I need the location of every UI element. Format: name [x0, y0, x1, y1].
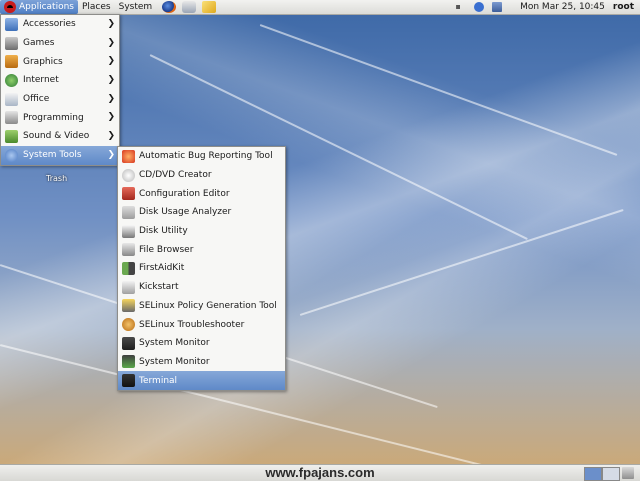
menu-item-label: Configuration Editor — [139, 188, 230, 199]
menu-item-label: CD/DVD Creator — [139, 170, 212, 181]
sound-video-icon — [5, 129, 18, 143]
menu-item-label: SELinux Policy Generation Tool — [139, 300, 277, 311]
chevron-right-icon: ❯ — [107, 75, 115, 86]
programming-icon — [5, 111, 18, 125]
chevron-right-icon: ❯ — [107, 19, 115, 29]
first-aid-icon — [122, 261, 135, 275]
bottom-panel: www.fpajans.com — [0, 464, 640, 481]
system-menu-button[interactable]: System — [115, 0, 157, 14]
system-tools-icon — [5, 148, 18, 162]
system-tools-submenu: Automatic Bug Reporting Tool CD/DVD Crea… — [117, 146, 286, 391]
menu-item-label: Games — [23, 38, 55, 49]
menu-item-file-browser[interactable]: File Browser — [118, 240, 285, 259]
menu-item-bug-reporting[interactable]: Automatic Bug Reporting Tool — [118, 147, 285, 166]
menu-item-sound-video[interactable]: Sound & Video ❯ — [1, 127, 119, 146]
menu-item-office[interactable]: Office ❯ — [1, 90, 119, 109]
menu-item-graphics[interactable]: Graphics ❯ — [1, 52, 119, 71]
menu-item-label: Disk Usage Analyzer — [139, 207, 232, 218]
disk-usage-icon — [122, 205, 135, 219]
menu-item-accessories[interactable]: Accessories ❯ — [1, 15, 119, 34]
chevron-right-icon: ❯ — [107, 149, 115, 160]
disc-icon — [122, 168, 135, 182]
office-icon — [5, 92, 18, 106]
bluetooth-icon[interactable] — [474, 2, 485, 12]
applications-menu: Accessories ❯ Games ❯ Graphics ❯ Internet ❯ … — [0, 14, 120, 166]
chevron-right-icon: ❯ — [107, 112, 115, 123]
disk-utility-icon — [122, 224, 135, 238]
menu-item-disk-usage-analyzer[interactable]: Disk Usage Analyzer — [118, 203, 285, 222]
menu-item-label: FirstAidKit — [139, 263, 185, 274]
kickstart-icon — [122, 280, 135, 294]
trash-desktop-label[interactable]: Trash — [46, 174, 67, 183]
menu-item-label: System Monitor — [139, 356, 210, 367]
terminal-icon — [122, 374, 135, 388]
accessories-icon — [5, 17, 18, 31]
menu-item-label: Automatic Bug Reporting Tool — [139, 151, 273, 162]
menu-item-label: Sound & Video — [23, 131, 90, 142]
graphics-icon — [5, 55, 18, 69]
menu-item-selinux-policy[interactable]: SELinux Policy Generation Tool — [118, 297, 285, 316]
evolution-icon[interactable] — [182, 1, 197, 13]
notification-area: Mon Mar 25, 10:45 root — [452, 2, 640, 12]
menu-item-cd-dvd-creator[interactable]: CD/DVD Creator — [118, 166, 285, 185]
menu-item-label: Graphics — [23, 56, 63, 67]
menu-item-disk-utility[interactable]: Disk Utility — [118, 222, 285, 241]
menu-item-firstaidkit[interactable]: FirstAidKit — [118, 259, 285, 278]
applications-label: Applications — [19, 2, 74, 12]
menu-item-label: Programming — [23, 112, 84, 123]
menu-item-kickstart[interactable]: Kickstart — [118, 278, 285, 297]
selinux-troubleshooter-icon — [122, 318, 135, 332]
chevron-right-icon: ❯ — [107, 93, 115, 104]
config-editor-icon — [122, 187, 135, 201]
bug-report-icon — [122, 149, 135, 163]
chevron-right-icon: ❯ — [107, 56, 115, 67]
menu-item-system-tools[interactable]: System Tools ❯ — [1, 145, 119, 165]
places-menu-button[interactable]: Places — [78, 0, 115, 14]
menu-item-configuration-editor[interactable]: Configuration Editor — [118, 184, 285, 203]
system-monitor-icon — [122, 336, 135, 350]
internet-icon — [5, 73, 18, 87]
redhat-logo-icon — [4, 0, 16, 13]
firefox-icon[interactable] — [162, 1, 177, 13]
system-monitor-icon — [122, 355, 135, 369]
menu-item-games[interactable]: Games ❯ — [1, 34, 119, 53]
menu-item-label: Internet — [23, 75, 59, 86]
clock[interactable]: Mon Mar 25, 10:45 — [520, 2, 605, 12]
notes-icon[interactable] — [202, 1, 217, 13]
file-browser-icon — [122, 243, 135, 257]
applications-menu-button[interactable]: Applications — [0, 0, 78, 14]
menu-item-label: Accessories — [23, 19, 76, 30]
menu-item-programming[interactable]: Programming ❯ — [1, 108, 119, 127]
menu-item-label: System Tools — [23, 150, 82, 161]
chevron-right-icon: ❯ — [107, 37, 115, 48]
network-icon[interactable] — [492, 2, 503, 12]
menu-item-label: Disk Utility — [139, 226, 188, 237]
menu-item-internet[interactable]: Internet ❯ — [1, 71, 119, 90]
top-panel: Applications Places System Mon Mar 25, 1… — [0, 0, 640, 15]
menu-item-terminal[interactable]: Terminal — [118, 371, 285, 390]
volume-icon[interactable] — [456, 2, 465, 12]
trash-icon[interactable] — [622, 467, 634, 479]
games-icon — [5, 36, 18, 50]
menu-item-system-monitor-2[interactable]: System Monitor — [118, 353, 285, 372]
menu-item-label: System Monitor — [139, 338, 210, 349]
user-switcher[interactable]: root — [613, 2, 634, 12]
menu-item-label: SELinux Troubleshooter — [139, 319, 245, 330]
menu-item-label: Office — [23, 94, 50, 105]
workspace-1-switcher[interactable] — [584, 467, 602, 481]
menu-item-label: File Browser — [139, 244, 194, 255]
selinux-policy-icon — [122, 299, 135, 313]
menu-item-system-monitor[interactable]: System Monitor — [118, 334, 285, 353]
watermark-text: www.fpajans.com — [265, 465, 375, 480]
menu-item-selinux-troubleshooter[interactable]: SELinux Troubleshooter — [118, 315, 285, 334]
menu-item-label: Terminal — [139, 375, 178, 386]
chevron-right-icon: ❯ — [107, 131, 115, 142]
wallpaper-streak — [299, 208, 624, 316]
workspace-2-switcher[interactable] — [602, 467, 620, 481]
menu-item-label: Kickstart — [139, 282, 179, 293]
